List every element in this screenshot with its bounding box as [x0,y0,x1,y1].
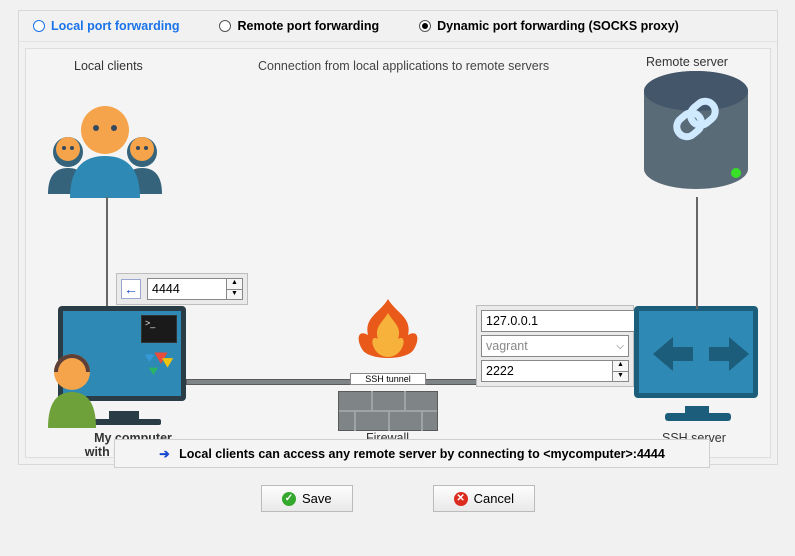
remote-server-label: Remote server [646,55,728,69]
cancel-button-label: Cancel [474,491,514,506]
radio-icon [219,20,231,32]
tunnel-line [186,379,486,385]
ssh-port-spinner[interactable]: ▲▼ [481,360,629,382]
diagram-subtitle: Connection from local applications to re… [258,59,549,73]
tunnel-diagram: Local clients Connection from local appl… [25,48,771,458]
connector-line [106,197,108,275]
radio-label: Local port forwarding [51,19,179,33]
summary-bar: ➔ Local clients can access any remote se… [114,439,710,468]
radio-remote-forwarding[interactable]: Remote port forwarding [219,19,379,33]
spinner-buttons[interactable]: ▲▼ [613,360,629,382]
button-bar: ✓ Save ✕ Cancel [19,485,777,512]
mobaxterm-logo-icon [141,345,179,377]
bidirectional-arrows-icon [651,329,751,379]
local-port-input[interactable] [147,278,227,300]
save-button-label: Save [302,491,332,506]
my-computer-icon [48,306,208,436]
radio-dynamic-forwarding[interactable]: Dynamic port forwarding (SOCKS proxy) [419,19,679,33]
local-port-group: ← ▲▼ [116,273,248,305]
user-icon [42,350,102,430]
local-port-spinner[interactable]: ▲▼ [147,278,243,300]
radio-icon [33,20,45,32]
forwarding-mode-tabs: Local port forwarding Remote port forwar… [19,11,777,42]
radio-icon [419,20,431,32]
spinner-buttons[interactable]: ▲▼ [227,278,243,300]
local-clients-label: Local clients [74,59,143,73]
ssh-connection-group: vagrant ⌵ ▲▼ [476,305,634,387]
ssh-user-select[interactable]: vagrant ⌵ [481,335,629,357]
ssh-port-input[interactable] [481,360,613,382]
ssh-server-icon [634,306,758,430]
radio-label: Remote port forwarding [237,19,379,33]
save-button[interactable]: ✓ Save [261,485,353,512]
chevron-down-icon: ⌵ [616,341,624,352]
local-clients-icon [40,94,170,204]
terminal-icon [141,315,177,343]
firewall-icon [338,339,438,431]
remote-server-icon [636,69,756,199]
close-icon: ✕ [454,492,468,506]
cancel-button[interactable]: ✕ Cancel [433,485,535,512]
arrow-left-icon: ← [121,279,141,299]
arrow-right-icon: ➔ [159,447,169,461]
connector-line [696,197,698,309]
summary-text: Local clients can access any remote serv… [179,447,665,461]
radio-label: Dynamic port forwarding (SOCKS proxy) [437,19,679,33]
ssh-host-input[interactable] [481,310,652,332]
radio-local-forwarding[interactable]: Local port forwarding [33,19,179,33]
tunnel-settings-panel: Local port forwarding Remote port forwar… [18,10,778,465]
check-icon: ✓ [282,492,296,506]
